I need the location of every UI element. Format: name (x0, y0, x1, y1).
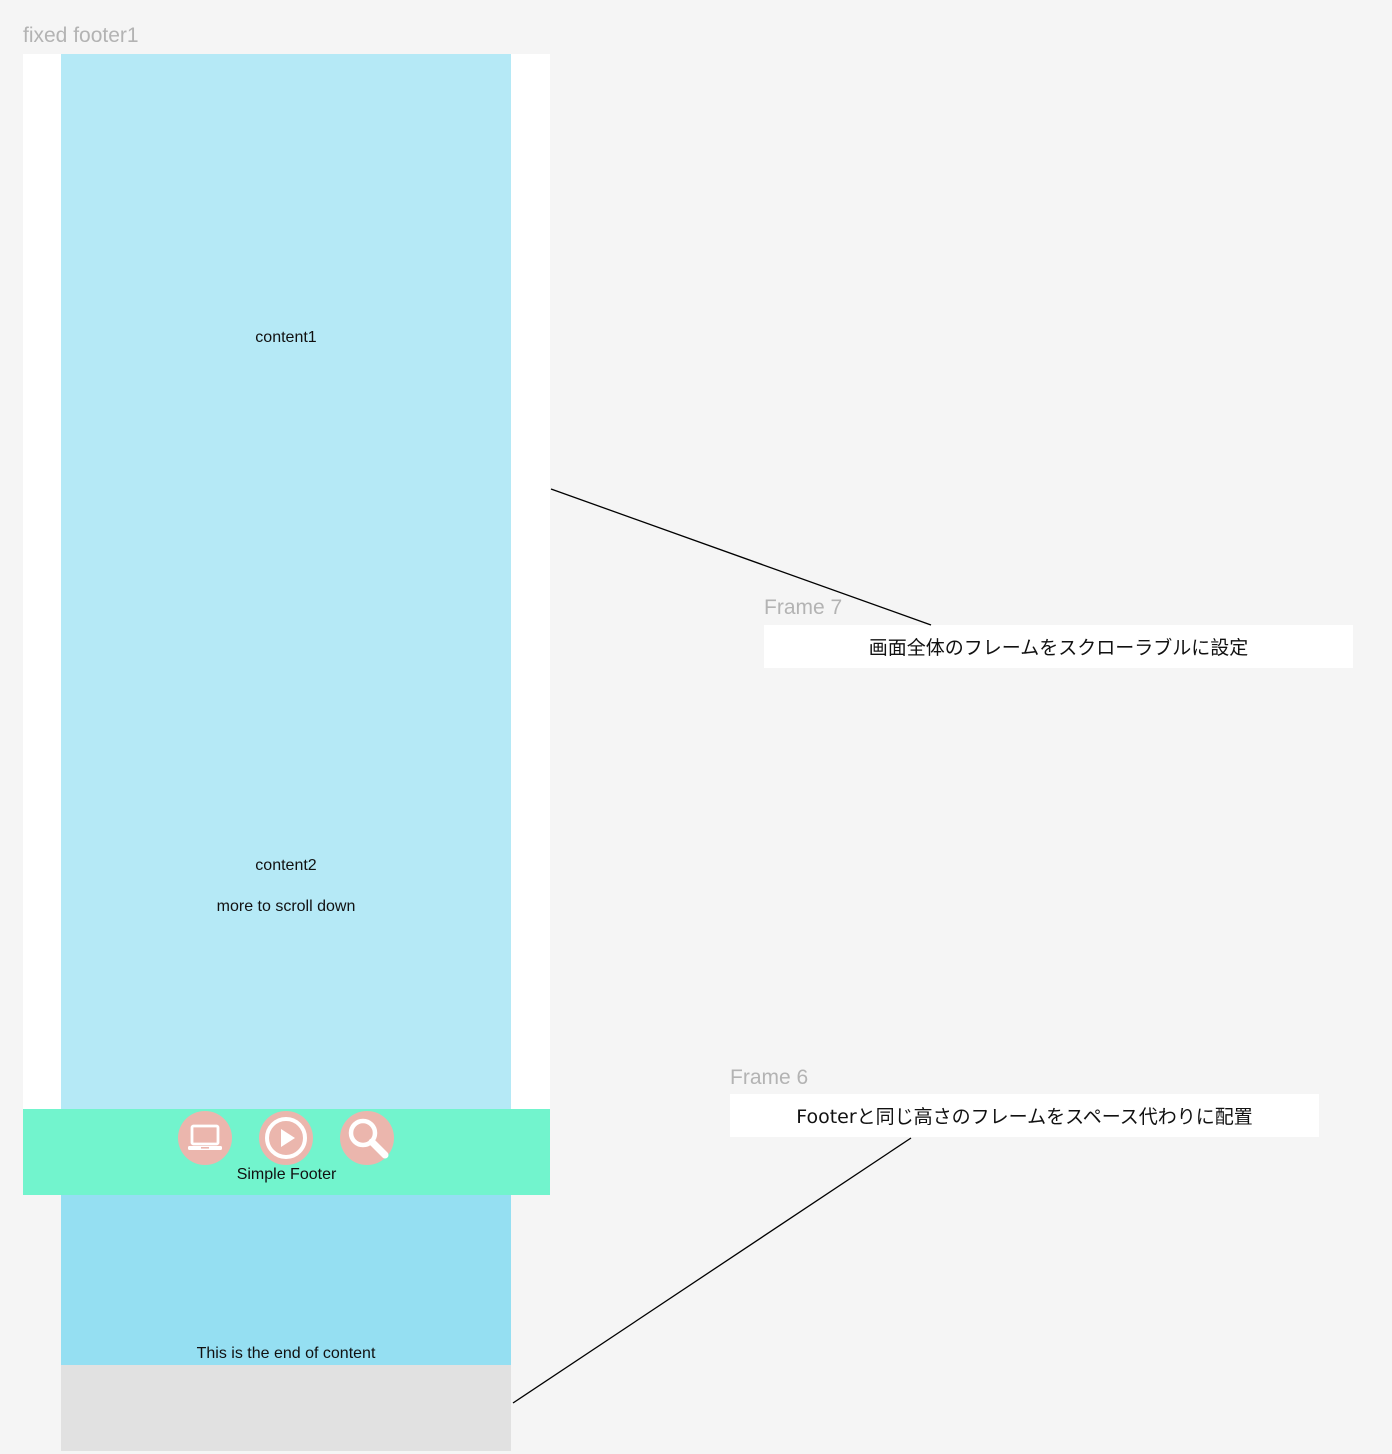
content-end-section (61, 1195, 511, 1365)
search-icon (348, 1118, 389, 1159)
laptop-icon (188, 1124, 222, 1150)
content1-label: content1 (255, 329, 317, 346)
frame6-connector-line (512, 1137, 912, 1404)
main-frame-title: fixed footer1 (23, 24, 139, 47)
end-of-content-label: This is the end of content (196, 1345, 376, 1362)
play-icon (265, 1117, 307, 1159)
frame7-connector-line (550, 488, 932, 626)
scroll-hint: more to scroll down (216, 898, 356, 915)
frame6-note: Footerと同じ高さのフレームをスペース代わりに配置 (730, 1094, 1319, 1137)
content2-label: content2 (255, 857, 317, 874)
footer-laptop-button[interactable] (178, 1111, 232, 1165)
frame7-note: 画面全体のフレームをスクローラブルに設定 (764, 625, 1353, 668)
footer-spacer-frame (61, 1365, 511, 1451)
frame7-title: Frame 7 (764, 596, 843, 619)
footer-play-button[interactable] (259, 1111, 313, 1165)
footer-search-button[interactable] (340, 1111, 394, 1165)
footer-label: Simple Footer (236, 1166, 337, 1183)
simple-footer: Simple Footer (23, 1109, 550, 1195)
frame6-title: Frame 6 (730, 1066, 809, 1089)
